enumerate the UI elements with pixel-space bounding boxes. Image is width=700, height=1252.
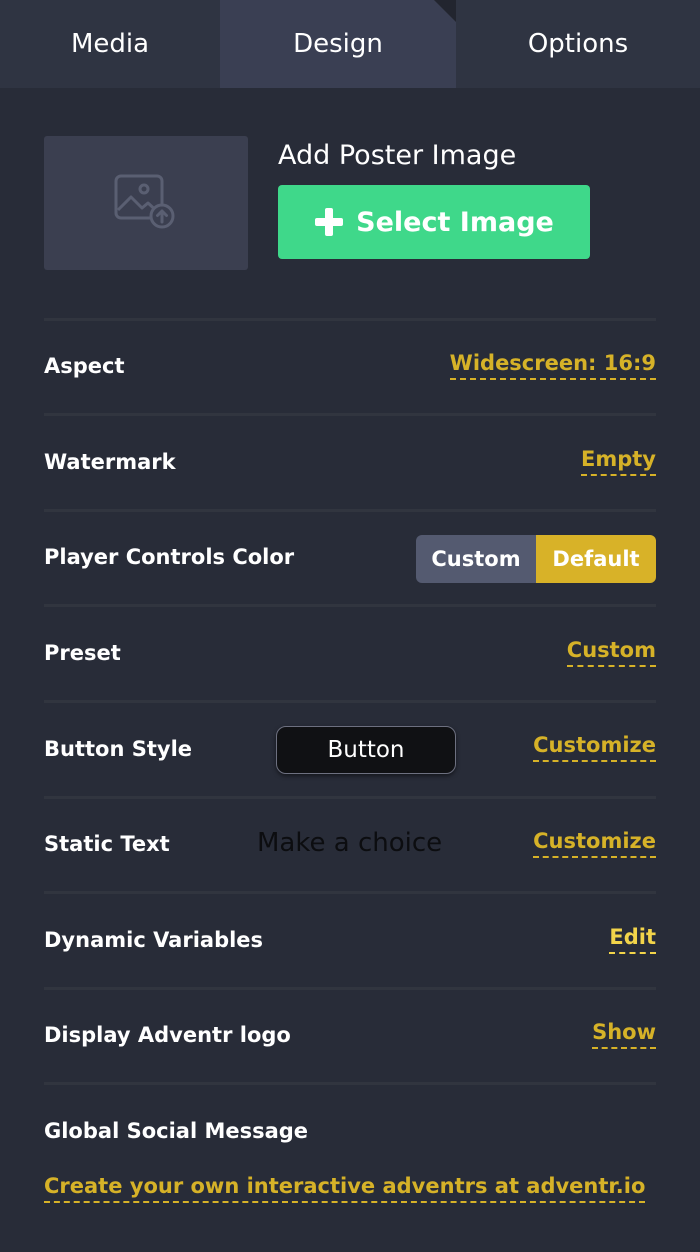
aspect-label: Aspect bbox=[44, 354, 125, 378]
display-logo-label: Display Adventr logo bbox=[44, 1023, 291, 1047]
static-text-preview: Make a choice bbox=[257, 828, 443, 858]
static-text-customize-link[interactable]: Customize bbox=[533, 829, 656, 858]
poster-image-placeholder[interactable] bbox=[44, 136, 248, 270]
watermark-value-link[interactable]: Empty bbox=[581, 447, 656, 476]
image-upload-icon bbox=[114, 174, 175, 229]
global-social-message-label: Global Social Message bbox=[44, 1119, 309, 1143]
select-image-button[interactable]: Select Image bbox=[278, 185, 590, 259]
dynamic-variables-edit-link[interactable]: Edit bbox=[609, 925, 656, 954]
divider bbox=[44, 987, 656, 990]
divider bbox=[44, 891, 656, 894]
display-logo-value-link[interactable]: Show bbox=[592, 1020, 656, 1049]
tab-media[interactable]: Media bbox=[0, 0, 220, 88]
divider bbox=[44, 413, 656, 416]
static-text-label: Static Text bbox=[44, 832, 170, 856]
toggle-option-custom[interactable]: Custom bbox=[416, 535, 536, 583]
global-social-message-link[interactable]: Create your own interactive adventrs at … bbox=[44, 1174, 646, 1203]
watermark-label: Watermark bbox=[44, 450, 176, 474]
poster-title: Add Poster Image bbox=[278, 140, 517, 171]
button-style-label: Button Style bbox=[44, 737, 193, 761]
toggle-option-default[interactable]: Default bbox=[536, 535, 656, 583]
select-image-label: Select Image bbox=[356, 206, 554, 238]
tab-design[interactable]: Design bbox=[220, 0, 456, 88]
preset-value-link[interactable]: Custom bbox=[566, 638, 656, 667]
divider bbox=[44, 604, 656, 607]
tab-options[interactable]: Options bbox=[456, 0, 700, 88]
plus-icon bbox=[314, 207, 344, 237]
player-controls-color-toggle: Custom Default bbox=[416, 535, 656, 583]
divider bbox=[44, 1082, 656, 1085]
divider bbox=[44, 318, 656, 321]
dynamic-variables-label: Dynamic Variables bbox=[44, 928, 264, 952]
button-style-preview: Button bbox=[276, 726, 456, 774]
divider bbox=[44, 509, 656, 512]
preset-label: Preset bbox=[44, 641, 121, 665]
aspect-value-link[interactable]: Widescreen: 16:9 bbox=[449, 351, 656, 380]
tab-bar: Media Design Options bbox=[0, 0, 700, 88]
player-controls-color-label: Player Controls Color bbox=[44, 545, 295, 569]
divider bbox=[44, 700, 656, 703]
divider bbox=[44, 796, 656, 799]
button-style-customize-link[interactable]: Customize bbox=[533, 733, 656, 762]
